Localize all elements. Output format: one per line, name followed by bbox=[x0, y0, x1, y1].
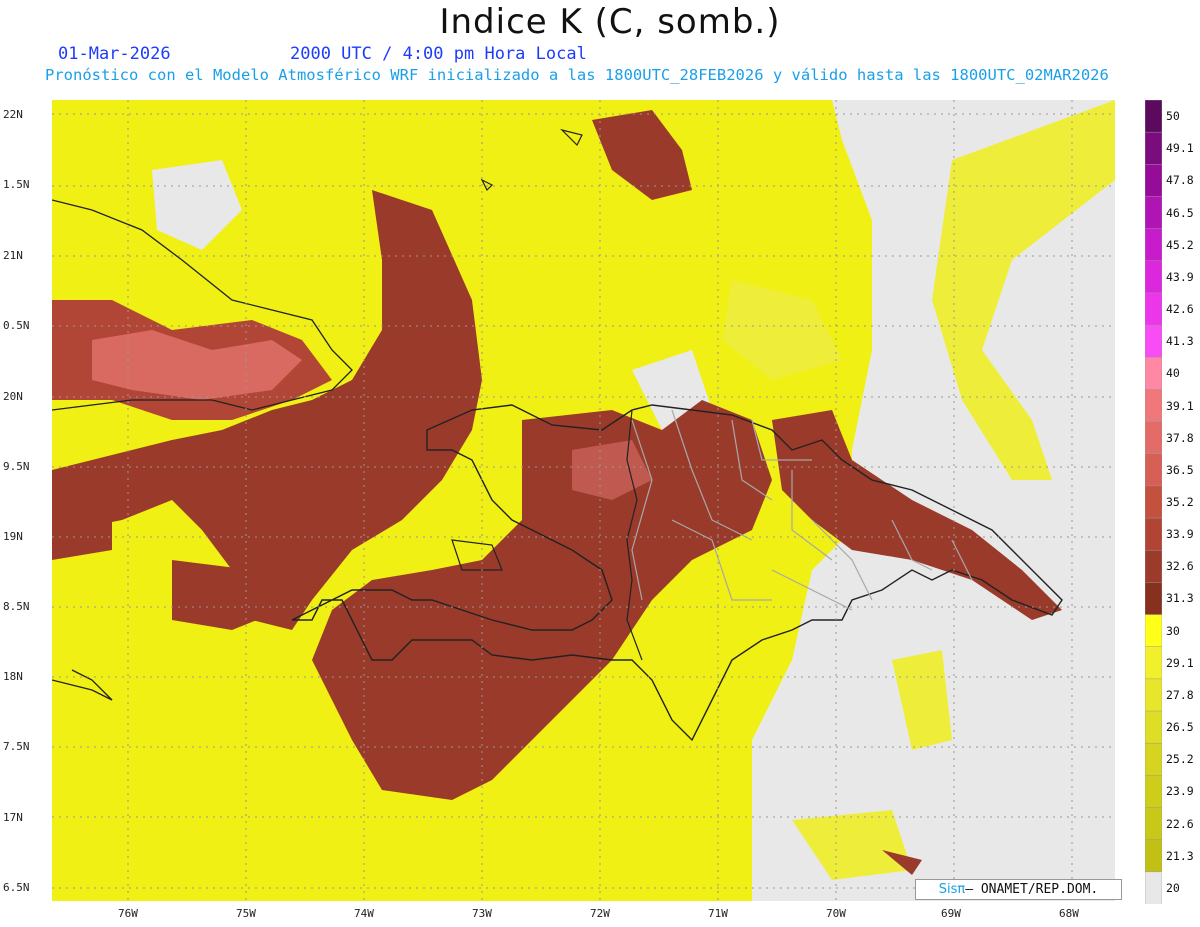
color-scale-swatch bbox=[1145, 742, 1162, 777]
color-scale-label: 20 bbox=[1166, 880, 1180, 895]
color-scale-label: 25.2 bbox=[1166, 752, 1194, 767]
color-scale-label: 21.3 bbox=[1166, 848, 1194, 863]
sispi-logo: Sisπ bbox=[938, 882, 966, 897]
color-scale-label: 31.3 bbox=[1166, 591, 1194, 606]
color-scale-label: 40 bbox=[1166, 366, 1180, 381]
color-scale-label: 37.8 bbox=[1166, 430, 1194, 445]
lat-label: 21N bbox=[3, 249, 23, 262]
color-scale-swatch bbox=[1145, 292, 1162, 326]
lon-label: 75W bbox=[236, 907, 256, 920]
color-scale-label: 36.5 bbox=[1166, 462, 1194, 477]
color-scale-label: 26.5 bbox=[1166, 720, 1194, 735]
color-scale-label: 41.3 bbox=[1166, 334, 1194, 349]
color-scale-label: 33.9 bbox=[1166, 527, 1194, 542]
color-scale-swatch bbox=[1145, 164, 1162, 198]
color-scale-label: 47.8 bbox=[1166, 173, 1194, 188]
color-scale-swatch bbox=[1145, 614, 1162, 648]
lon-label: 76W bbox=[118, 907, 138, 920]
color-scale-swatch bbox=[1145, 710, 1162, 744]
lat-label: 22N bbox=[3, 108, 23, 121]
color-scale-swatch bbox=[1145, 678, 1162, 712]
color-scale-label: 46.5 bbox=[1166, 205, 1194, 220]
color-scale-label: 27.8 bbox=[1166, 687, 1194, 702]
color-scale-label: 45.2 bbox=[1166, 237, 1194, 252]
color-scale-label: 35.2 bbox=[1166, 495, 1194, 509]
lat-label: 20N bbox=[3, 390, 23, 403]
color-scale-swatch bbox=[1145, 357, 1162, 391]
valid-date: 01-Mar-2026 bbox=[58, 44, 171, 64]
color-scale-label: 42.6 bbox=[1166, 302, 1194, 317]
lat-label: 19N bbox=[3, 530, 23, 543]
color-scale-swatch bbox=[1145, 807, 1162, 841]
lat-label: 7.5N bbox=[3, 740, 30, 753]
color-scale-swatch bbox=[1145, 389, 1162, 423]
color-scale-swatch bbox=[1145, 324, 1162, 359]
color-scale-swatch bbox=[1145, 260, 1162, 294]
color-scale-swatch bbox=[1145, 485, 1162, 519]
color-scale-swatch bbox=[1145, 775, 1162, 809]
color-scale-label: 30 bbox=[1166, 623, 1180, 638]
lon-label: 71W bbox=[708, 907, 728, 920]
lat-label: 1.5N bbox=[3, 178, 30, 191]
color-scale-label: 39.1 bbox=[1166, 398, 1194, 413]
valid-time: 2000 UTC / 4:00 pm Hora Local bbox=[290, 44, 587, 64]
lat-label: 6.5N bbox=[3, 881, 30, 894]
color-scale-label: 29.1 bbox=[1166, 655, 1194, 670]
lon-label: 69W bbox=[941, 907, 961, 920]
lon-label: 72W bbox=[590, 907, 610, 920]
color-scale-swatch bbox=[1145, 517, 1162, 551]
color-scale-label: 32.6 bbox=[1166, 559, 1194, 574]
color-scale-swatch bbox=[1145, 582, 1162, 616]
color-scale-swatch bbox=[1145, 100, 1162, 133]
lat-label: 0.5N bbox=[3, 319, 30, 332]
k-index-map bbox=[51, 100, 1115, 901]
onamet-credit: – ONAMET/REP.DOM. bbox=[965, 882, 1099, 897]
lat-label: 17N bbox=[3, 811, 23, 824]
map-panel bbox=[51, 100, 1115, 901]
color-scale-bar bbox=[1145, 100, 1162, 904]
lat-label: 9.5N bbox=[3, 460, 30, 473]
color-scale-label: 49.1 bbox=[1166, 141, 1194, 156]
color-scale-label: 23.9 bbox=[1166, 784, 1194, 799]
color-scale-swatch bbox=[1145, 131, 1162, 166]
lon-label: 68W bbox=[1059, 907, 1079, 920]
color-scale-label: 50 bbox=[1166, 109, 1180, 124]
lon-label: 74W bbox=[354, 907, 374, 920]
model-subtitle: Pronóstico con el Modelo Atmosférico WRF… bbox=[45, 66, 1109, 84]
color-scale-swatch bbox=[1145, 646, 1162, 680]
color-scale-swatch bbox=[1145, 549, 1162, 584]
color-scale-swatch bbox=[1145, 196, 1162, 230]
lon-label: 70W bbox=[826, 907, 846, 920]
color-scale-swatch bbox=[1145, 871, 1162, 904]
map-title: Indice K (C, somb.) bbox=[439, 2, 781, 42]
color-scale-label: 43.9 bbox=[1166, 269, 1194, 284]
color-scale-swatch bbox=[1145, 421, 1162, 455]
color-scale-swatch bbox=[1145, 839, 1162, 873]
lat-label: 8.5N bbox=[3, 600, 30, 613]
credit-box: Sisπ– ONAMET/REP.DOM. bbox=[915, 879, 1122, 900]
color-scale-swatch bbox=[1145, 228, 1162, 262]
lat-label: 18N bbox=[3, 670, 23, 683]
color-scale-label: 22.6 bbox=[1166, 816, 1194, 831]
k-high-region bbox=[52, 500, 112, 560]
color-scale-swatch bbox=[1145, 453, 1162, 487]
lon-label: 73W bbox=[472, 907, 492, 920]
